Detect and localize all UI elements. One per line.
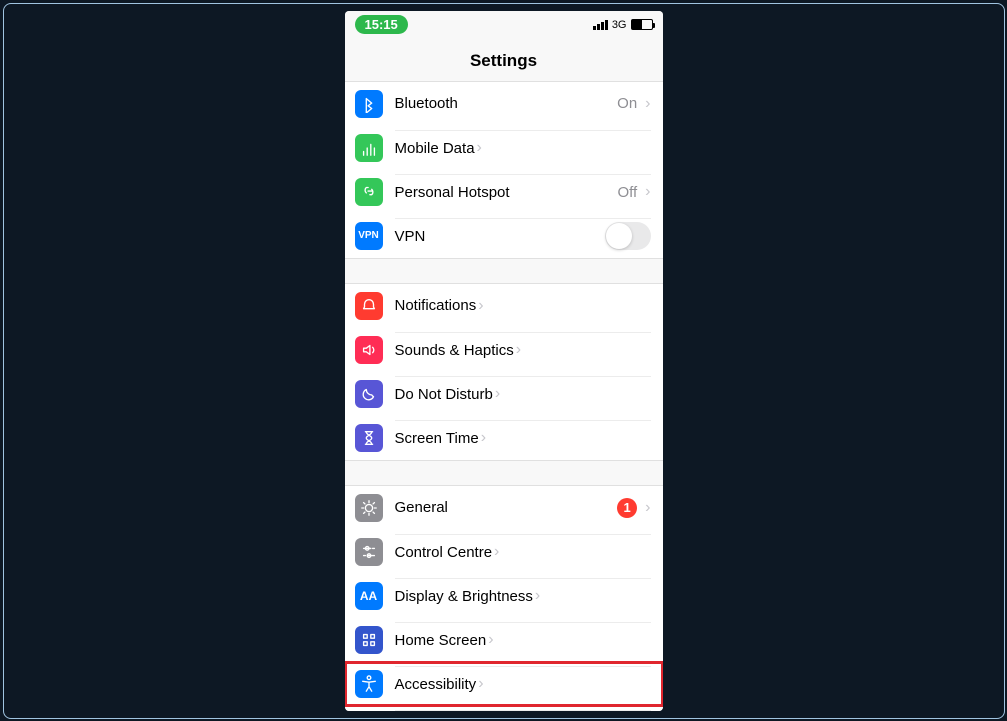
row-wallpaper[interactable]: Wallpaper› <box>345 706 663 711</box>
bluetooth-icon <box>355 90 383 118</box>
row-personal-hotspot-value: Off <box>617 184 637 201</box>
row-bluetooth[interactable]: Bluetooth On › <box>345 82 663 126</box>
row-notifications[interactable]: Notifications› <box>345 284 663 328</box>
row-notifications-label: Notifications <box>395 297 477 314</box>
row-vpn-toggle[interactable] <box>605 222 651 250</box>
row-display-brightness-label: Display & Brightness <box>395 588 533 605</box>
status-bar: 15:15 3G <box>345 11 663 39</box>
antenna-icon <box>355 134 383 162</box>
grid-icon <box>355 626 383 654</box>
chevron-right-icon: › <box>488 631 493 649</box>
status-time-pill: 15:15 <box>355 15 408 34</box>
gear-icon <box>355 494 383 522</box>
row-vpn[interactable]: VPN VPN <box>345 214 663 258</box>
vpn-icon: VPN <box>355 222 383 250</box>
row-vpn-label: VPN <box>395 228 426 245</box>
chevron-right-icon: › <box>645 95 650 113</box>
row-screen-time-label: Screen Time <box>395 430 479 447</box>
chevron-right-icon: › <box>478 297 483 315</box>
row-home-screen[interactable]: Home Screen› <box>345 618 663 662</box>
chevron-right-icon: › <box>516 341 521 359</box>
settings-group: Notifications›Sounds & Haptics›Do Not Di… <box>345 283 663 461</box>
row-do-not-disturb[interactable]: Do Not Disturb› <box>345 372 663 416</box>
row-personal-hotspot-label: Personal Hotspot <box>395 184 510 201</box>
row-accessibility-label: Accessibility <box>395 676 477 693</box>
chevron-right-icon: › <box>535 587 540 605</box>
settings-list[interactable]: BluetoothOn›Mobile Data›Personal Hotspot… <box>345 81 663 711</box>
chevron-right-icon: › <box>645 499 650 517</box>
battery-icon <box>631 19 653 30</box>
network-type: 3G <box>612 19 627 31</box>
row-bluetooth-value: On <box>617 95 637 112</box>
chevron-right-icon: › <box>478 675 483 693</box>
page-title: Settings <box>345 39 663 81</box>
row-sounds-haptics-label: Sounds & Haptics <box>395 342 514 359</box>
row-mobile-data-label: Mobile Data <box>395 140 475 157</box>
settings-group: General1›Control Centre›AADisplay & Brig… <box>345 485 663 711</box>
switches-icon <box>355 538 383 566</box>
chevron-right-icon: › <box>495 385 500 403</box>
row-do-not-disturb-label: Do Not Disturb <box>395 386 493 403</box>
speaker-icon <box>355 336 383 364</box>
moon-icon <box>355 380 383 408</box>
row-sounds-haptics[interactable]: Sounds & Haptics› <box>345 328 663 372</box>
row-mobile-data[interactable]: Mobile Data› <box>345 126 663 170</box>
row-general-badge: 1 <box>617 498 637 518</box>
signal-icon <box>593 20 608 30</box>
settings-group: BluetoothOn›Mobile Data›Personal Hotspot… <box>345 81 663 259</box>
phone-screen: 15:15 3G Settings BluetoothOn›Mobile Dat… <box>345 11 663 711</box>
row-home-screen-label: Home Screen <box>395 632 487 649</box>
row-accessibility[interactable]: Accessibility› <box>345 662 663 706</box>
link-icon <box>355 178 383 206</box>
aa-icon: AA <box>355 582 383 610</box>
status-right: 3G <box>593 19 653 31</box>
row-personal-hotspot[interactable]: Personal Hotspot Off › <box>345 170 663 214</box>
row-general[interactable]: General 1 › <box>345 486 663 530</box>
chevron-right-icon: › <box>481 429 486 447</box>
accessibility-icon <box>355 670 383 698</box>
row-screen-time[interactable]: Screen Time› <box>345 416 663 460</box>
chevron-right-icon: › <box>645 183 650 201</box>
bell-icon <box>355 292 383 320</box>
row-general-label: General <box>395 499 448 516</box>
outer-frame: 15:15 3G Settings BluetoothOn›Mobile Dat… <box>3 3 1005 719</box>
row-display-brightness[interactable]: AA Display & Brightness› <box>345 574 663 618</box>
chevron-right-icon: › <box>494 543 499 561</box>
row-control-centre[interactable]: Control Centre› <box>345 530 663 574</box>
row-control-centre-label: Control Centre <box>395 544 493 561</box>
hourglass-icon <box>355 424 383 452</box>
row-bluetooth-label: Bluetooth <box>395 95 458 112</box>
chevron-right-icon: › <box>477 139 482 157</box>
